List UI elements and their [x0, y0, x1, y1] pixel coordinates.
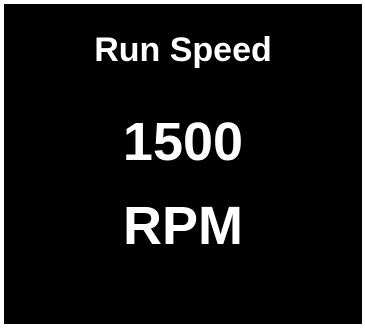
speed-value: 1500: [122, 112, 244, 172]
run-speed-display: Run Speed 1500 RPM: [4, 4, 362, 324]
display-title: Run Speed: [94, 31, 272, 69]
speed-unit: RPM: [123, 196, 243, 256]
